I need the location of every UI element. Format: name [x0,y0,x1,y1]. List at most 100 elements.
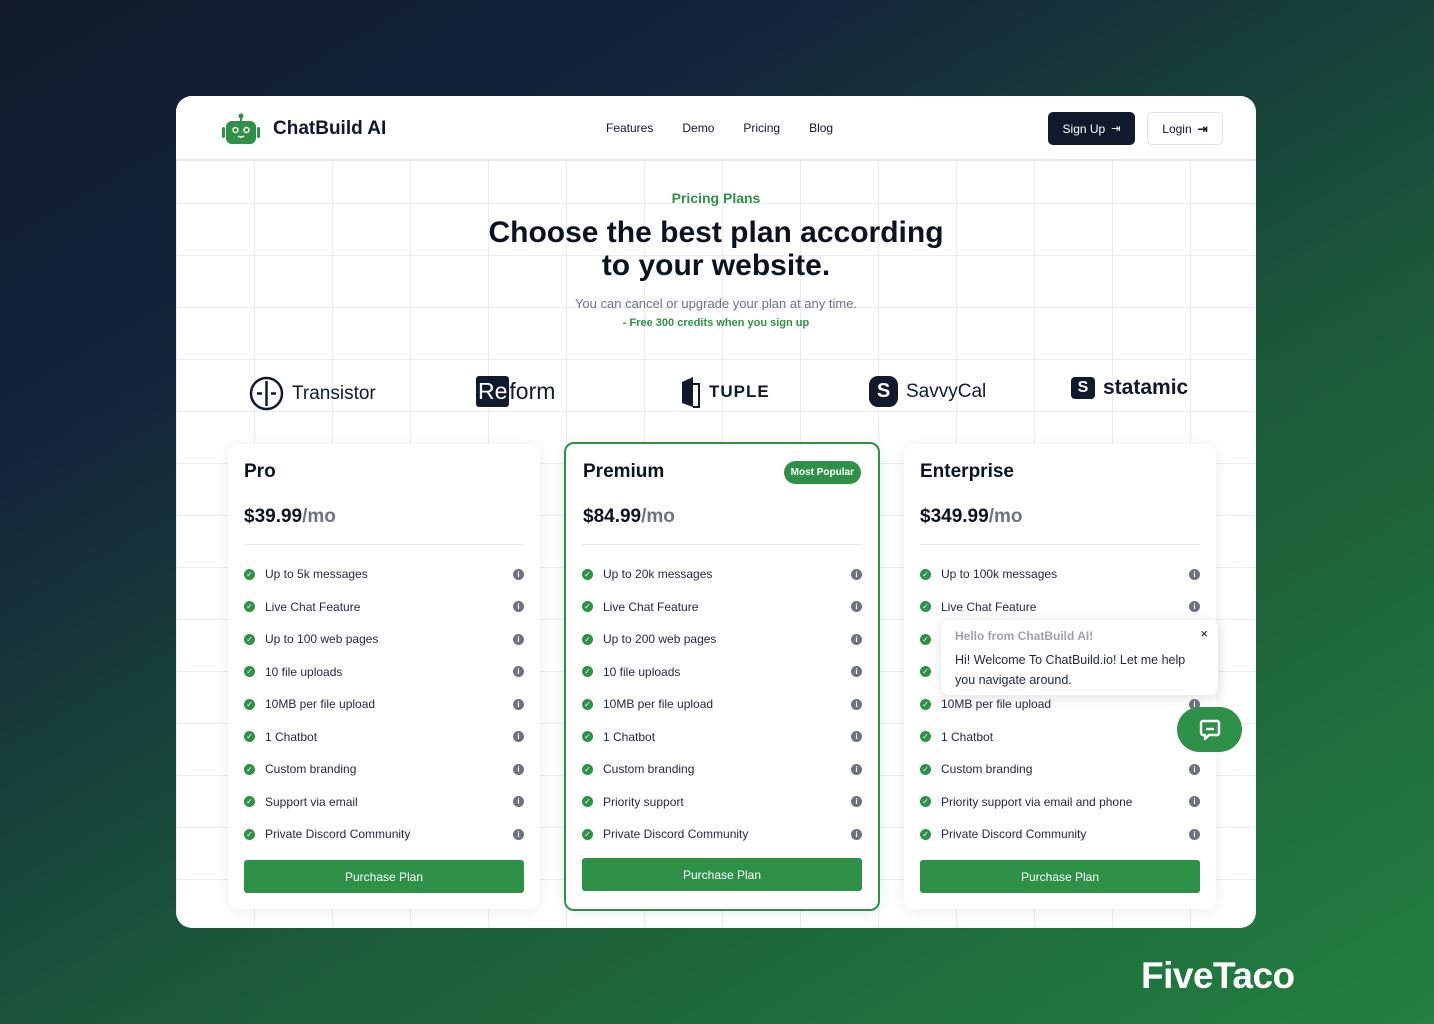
feature-item: ✓ Custom branding i [244,753,524,786]
info-icon[interactable]: i [1189,763,1200,775]
title-line-2: to your website. [601,249,831,282]
check-icon: ✓ [920,828,931,840]
check-icon: ✓ [244,568,255,580]
transistor-icon [249,376,284,411]
feature-item: ✓ Private Discord Community i [244,818,524,851]
logo-savvycal: S SavvyCal [869,376,986,407]
feature-item: ✓ Live Chat Feature i [244,591,524,624]
most-popular-badge: Most Popular [783,461,861,484]
close-icon[interactable]: × [1200,626,1208,641]
feature-item: ✓ 10MB per file upload i [582,688,862,721]
login-button[interactable]: Login ⇥ [1147,112,1223,145]
price-period: /mo [641,506,675,527]
feature-item: ✓ Custom branding i [920,753,1200,786]
logo-tuple: TUPLE [679,376,770,408]
feature-label: Up to 200 web pages [603,632,717,647]
feature-list: ✓ Up to 20k messages i ✓ Live Chat Feature i ✓… [582,558,862,851]
price-period: /mo [302,506,336,527]
info-icon[interactable]: i [851,698,862,710]
brand-logo[interactable]: ChatBuild AI [221,113,386,145]
feature-item: ✓ 10MB per file upload i [244,688,524,721]
info-icon[interactable]: i [851,601,862,613]
info-icon[interactable]: i [513,601,524,613]
logo-reform: Re form [476,376,555,407]
login-icon: ⇥ [1197,121,1208,136]
feature-label: 10MB per file upload [941,697,1052,712]
check-icon: ✓ [582,731,593,743]
feature-label: Private Discord Community [603,827,749,842]
divider [582,544,862,545]
feature-label: Support via email [265,794,358,809]
purchase-plan-button[interactable]: Purchase Plan [244,860,524,893]
check-icon: ✓ [582,601,593,613]
purchase-plan-button[interactable]: Purchase Plan [920,860,1200,893]
info-icon[interactable]: i [851,666,862,678]
check-icon: ✓ [582,633,593,645]
plan-card-pro: Pro $39.99/mo ✓ Up to 5k messages i ✓ Live Cha… [228,444,540,909]
plan-price: $84.99/mo [583,506,675,528]
info-icon[interactable]: i [851,633,862,645]
check-icon: ✓ [244,828,255,840]
tuple-text: TUPLE [709,382,770,401]
info-icon[interactable]: i [851,763,862,775]
feature-item: ✓1 Chatboti [920,721,1200,754]
logo-statamic: Sstatamic [1071,376,1188,400]
check-icon: ✓ [244,796,255,808]
info-icon[interactable]: i [513,763,524,775]
customer-logos: Transistor Re form TUPLE S SavvyCal Sstata… [176,371,1256,413]
check-icon: ✓ [582,568,593,580]
feature-label: 10 file uploads [603,664,681,679]
check-icon: ✓ [582,666,593,678]
info-icon[interactable]: i [1189,568,1200,580]
info-icon[interactable]: i [851,828,862,840]
feature-item: ✓ Private Discord Community i [582,818,862,851]
info-icon[interactable]: i [1189,601,1200,613]
nav-features[interactable]: Features [606,121,653,135]
reform-text: form [509,378,556,404]
info-icon[interactable]: i [513,828,524,840]
chat-launcher-button[interactable] [1177,707,1242,752]
check-icon: ✓ [244,601,255,613]
feature-item: ✓ Up to 100k messages i [920,558,1200,591]
feature-item: ✓ Up to 100 web pages i [244,623,524,656]
app-window: ChatBuild AI Features Demo Pricing Blog … [176,96,1256,928]
info-icon[interactable]: i [513,731,524,743]
check-icon: ✓ [920,601,931,613]
feature-label: Up to 100k messages [941,567,1058,582]
info-icon[interactable]: i [1189,796,1200,808]
check-icon: ✓ [582,698,593,710]
info-icon[interactable]: i [851,568,862,580]
divider [244,544,524,545]
info-icon[interactable]: i [1189,828,1200,840]
info-icon[interactable]: i [851,796,862,808]
info-icon[interactable]: i [513,796,524,808]
feature-item: ✓ Priority support via email and phone i [920,786,1200,819]
info-icon[interactable]: i [513,698,524,710]
info-icon[interactable]: i [513,666,524,678]
feature-label: 10 file uploads [265,664,343,679]
feature-label: Live Chat Feature [603,599,699,614]
chat-popup-title: Hello from ChatBuild AI! [955,629,1094,643]
feature-label: Up to 100 web pages [265,632,379,647]
purchase-plan-button[interactable]: Purchase Plan [582,858,862,891]
feature-label: Private Discord Community [941,827,1087,842]
feature-label: 1 Chatbot [265,729,318,744]
nav-pricing[interactable]: Pricing [743,121,780,135]
info-icon[interactable]: i [513,568,524,580]
statamic-icon: S [1071,377,1095,399]
info-icon[interactable]: i [851,731,862,743]
main-nav: Features Demo Pricing Blog [606,121,833,135]
check-icon: ✓ [244,633,255,645]
subtitle: You can cancel or upgrade your plan at a… [574,296,858,311]
feature-label: Custom branding [603,762,695,777]
nav-demo[interactable]: Demo [682,121,714,135]
nav-blog[interactable]: Blog [809,121,833,135]
feature-item: ✓ Up to 5k messages i [244,558,524,591]
feature-item: ✓ Live Chat Feature i [920,591,1200,624]
reform-mark: Re [476,376,510,407]
info-icon[interactable]: i [513,633,524,645]
feature-label: Live Chat Feature [265,599,361,614]
feature-item: ✓ Up to 20k messages i [582,558,862,591]
sign-up-button[interactable]: Sign Up ⇥ [1048,112,1135,145]
page-title: Choose the best plan according to your we… [176,216,1256,282]
